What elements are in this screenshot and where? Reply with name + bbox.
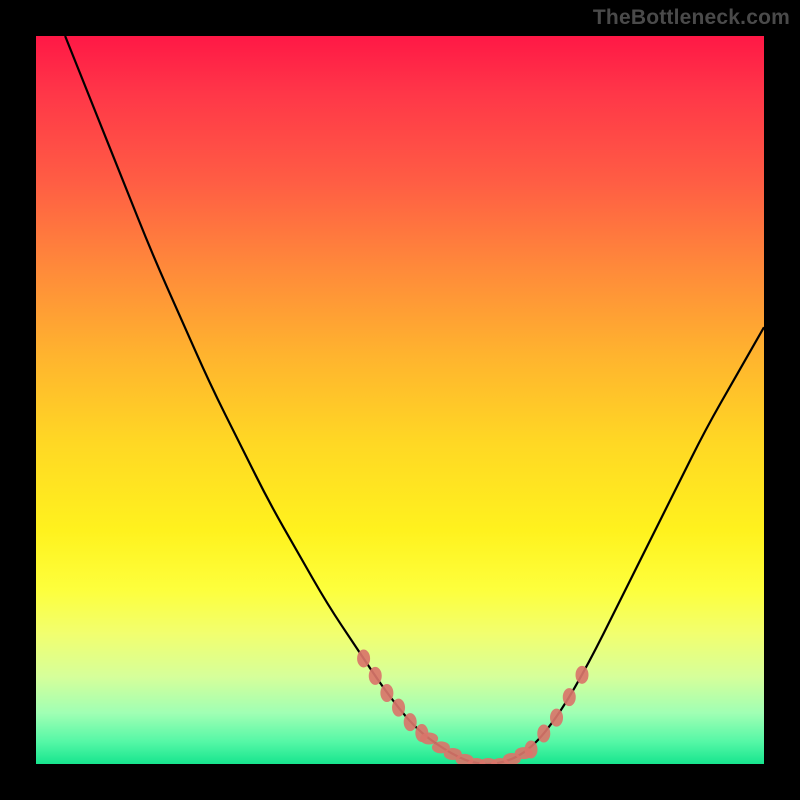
marker-dot bbox=[550, 709, 563, 727]
chart-frame: TheBottleneck.com bbox=[0, 0, 800, 800]
marker-dot bbox=[576, 666, 589, 684]
marker-dot bbox=[357, 649, 370, 667]
marker-cluster-left bbox=[357, 649, 428, 742]
watermark-label: TheBottleneck.com bbox=[593, 6, 790, 30]
marker-dot bbox=[515, 747, 533, 759]
marker-cluster-right bbox=[525, 666, 589, 759]
marker-dot bbox=[563, 688, 576, 706]
marker-dot bbox=[537, 725, 550, 743]
marker-dot bbox=[369, 667, 382, 685]
marker-cluster-bottom bbox=[420, 733, 533, 764]
curve-path bbox=[65, 36, 764, 764]
marker-dot bbox=[404, 713, 417, 731]
plot-area bbox=[36, 36, 764, 764]
marker-dot bbox=[392, 699, 405, 717]
marker-dot bbox=[380, 684, 393, 702]
bottleneck-curve bbox=[36, 36, 764, 764]
